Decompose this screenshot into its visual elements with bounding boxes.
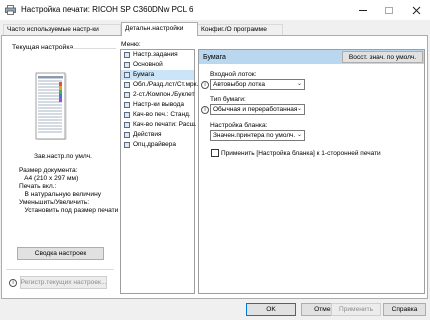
minimize-icon (359, 9, 367, 11)
quality-icon (124, 112, 130, 118)
tab-detailed-settings[interactable]: Детальн.настройки (121, 22, 198, 36)
apply-form-checkbox-label: Применить [Настройка бланка] к 1-сторонн… (221, 150, 381, 157)
menu-item-label: Кач-во печ.: Станд. (133, 111, 191, 118)
doc-size-value: A4 (210 x 297 мм) (19, 175, 79, 182)
chevron-down-icon: ⌄ (296, 106, 302, 112)
paper-icon (124, 72, 130, 78)
register-settings-button[interactable]: Регистр.текущих настроек... (20, 276, 107, 289)
menu-item-effects[interactable]: Действия (121, 130, 194, 140)
menu-list: Настр.задания Основной Бумага Обл./Разд.… (120, 49, 198, 294)
doc-size-label: Размер документа: (19, 167, 78, 174)
menu-item-cover[interactable]: Обл./Разд.лст/Ст.мрк. (121, 80, 198, 90)
input-tray-label: Входной лоток: (210, 71, 257, 78)
menu-item-label: 2-ст./Компон./Буклет (133, 91, 195, 98)
menu-item-label: Обл./Разд.лст/Ст.мрк. (133, 81, 199, 88)
quality-advanced-icon (124, 122, 130, 128)
input-tray-info-icon: i (201, 81, 209, 89)
menu-item-duplex[interactable]: 2-ст./Компон./Буклет (121, 90, 195, 100)
restore-defaults-button[interactable]: Восст. знач. по умолч. (342, 51, 423, 63)
preview-caption: Зав.настр.по умлч. (34, 153, 92, 160)
apply-form-checkbox[interactable] (211, 149, 219, 157)
tab-frequently-used[interactable]: Часто используемые настр-ки (3, 24, 121, 35)
input-tray-value: Автовыбор лотка (213, 81, 265, 88)
info-icon: i (9, 279, 17, 287)
basic-icon (124, 62, 130, 68)
close-icon (412, 6, 420, 14)
scale-value: Установить под размер печати (19, 207, 119, 214)
form-setting-label: Настройка бланка: (210, 122, 268, 129)
group-divider (70, 48, 116, 49)
apply-button[interactable]: Применить (331, 303, 381, 316)
menu-item-label: Настр-ки вывода (133, 101, 184, 108)
menu-item-quality-advanced[interactable]: Кач-во печати: Расш. (121, 120, 197, 130)
menu-item-label: Основной (133, 61, 163, 68)
menu-item-label: Бумага (133, 71, 155, 78)
effects-icon (124, 132, 130, 138)
paper-type-label: Тип бумаги: (210, 96, 246, 103)
menu-item-driver-options[interactable]: Опц.драйвера (121, 140, 194, 150)
scale-label: Уменьшить/Увеличить: (19, 199, 90, 206)
paper-type-info-icon: i (201, 106, 209, 114)
menu-item-label: Кач-во печати: Расш. (133, 121, 197, 128)
window-title: Настройка печати: RICOH SP C360DNw PCL 6 (21, 5, 194, 14)
cover-icon (124, 82, 130, 88)
menu-item-quality-standard[interactable]: Кач-во печ.: Станд. (121, 110, 194, 120)
section-title: Бумага (203, 54, 226, 61)
close-button[interactable] (403, 0, 429, 20)
duplex-icon (124, 92, 130, 98)
form-setting-select[interactable]: Значен.принтера по умолч. ⌄ (210, 130, 305, 141)
input-tray-select[interactable]: Автовыбор лотка ⌄ (210, 79, 305, 90)
menu-item-label: Действия (133, 131, 162, 138)
maximize-icon (385, 6, 393, 14)
paper-type-select[interactable]: Обычная и переработанная ⌄ (210, 104, 305, 115)
menu-item-label: Настр.задания (133, 51, 178, 58)
chevron-down-icon: ⌄ (296, 81, 302, 87)
menu-item-label: Опц.драйвера (133, 141, 176, 148)
driver-options-icon (124, 142, 130, 148)
menu-item-job-settings[interactable]: Настр.задания (121, 50, 194, 60)
left-divider (6, 269, 114, 270)
print-on-label: Печать вкл.: (19, 183, 57, 190)
form-setting-value: Значен.принтера по умолч. (213, 132, 296, 139)
page-preview (34, 72, 70, 142)
help-button[interactable]: Справка (383, 303, 426, 316)
tab-config-about[interactable]: Конфиг./О программе (197, 24, 283, 35)
job-settings-icon (124, 52, 130, 58)
settings-summary-button[interactable]: Сводка настроек (17, 247, 104, 260)
output-icon (124, 102, 130, 108)
paper-type-value: Обычная и переработанная (213, 106, 298, 113)
chevron-down-icon: ⌄ (296, 132, 302, 138)
menu-item-paper[interactable]: Бумага (121, 70, 194, 80)
menu-label: Меню: (121, 41, 141, 48)
menu-item-output[interactable]: Настр-ки вывода (121, 100, 194, 110)
ok-button[interactable]: OK (246, 303, 296, 316)
menu-item-basic[interactable]: Основной (121, 60, 194, 70)
minimize-button[interactable] (350, 0, 376, 20)
current-settings-label: Текущая настройка (12, 44, 74, 51)
printer-icon (5, 5, 16, 15)
maximize-button[interactable] (376, 0, 402, 20)
print-on-value: В натуральную величину (19, 191, 102, 198)
